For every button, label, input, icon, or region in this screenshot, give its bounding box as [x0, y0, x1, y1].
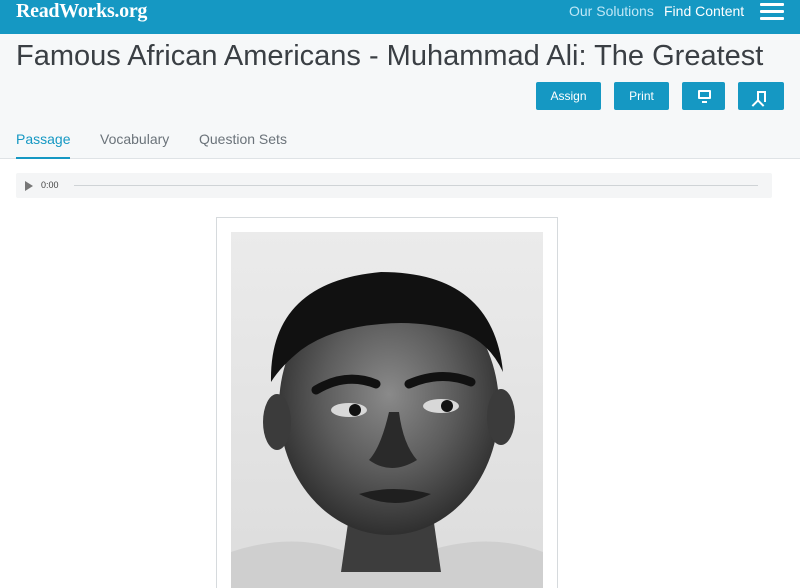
- page-title: Famous African Americans - Muhammad Ali:…: [16, 40, 764, 72]
- audio-player: 0:00: [16, 173, 772, 198]
- readworks-logo[interactable]: ReadWorks.org: [16, 0, 147, 24]
- audio-progress-track[interactable]: [74, 185, 758, 186]
- muhammad-ali-photo: [231, 232, 543, 588]
- audio-time: 0:00: [41, 180, 59, 190]
- bookmark-button[interactable]: [738, 82, 784, 110]
- our-solutions-link[interactable]: Our Solutions: [569, 3, 654, 19]
- top-navigation-bar: ReadWorks.org Our Solutions Find Content: [0, 0, 800, 34]
- find-content-link[interactable]: Find Content: [664, 3, 744, 19]
- assign-button[interactable]: Assign: [536, 82, 601, 110]
- play-icon[interactable]: [25, 181, 33, 191]
- monitor-icon: [698, 90, 711, 103]
- tab-passage[interactable]: Passage: [16, 131, 71, 159]
- tab-vocabulary[interactable]: Vocabulary: [100, 131, 169, 159]
- print-button[interactable]: Print: [614, 82, 669, 110]
- passage-header: Famous African Americans - Muhammad Ali:…: [0, 34, 800, 159]
- tab-question-sets[interactable]: Question Sets: [199, 131, 287, 159]
- passage-image-frame: [216, 217, 558, 588]
- hamburger-menu-icon[interactable]: [760, 1, 786, 23]
- bookmark-icon: [757, 91, 766, 102]
- portrait-image: [231, 232, 543, 588]
- present-button[interactable]: [682, 82, 725, 110]
